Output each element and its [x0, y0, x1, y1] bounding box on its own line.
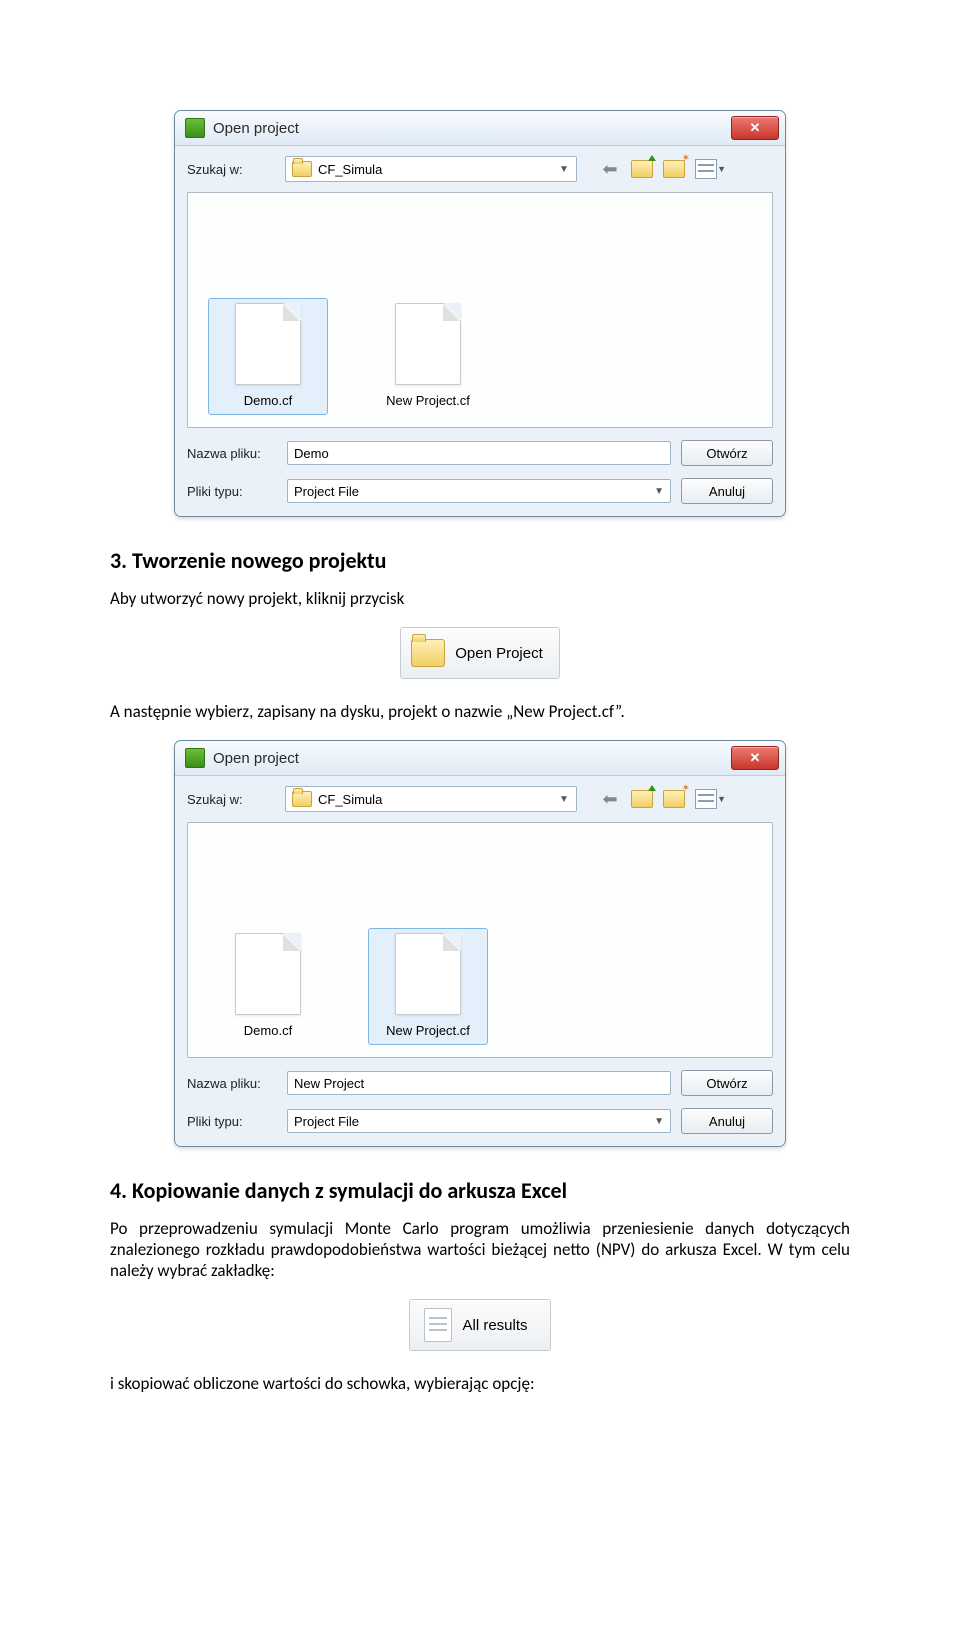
new-folder-icon: [663, 160, 685, 178]
view-icon: ▼: [695, 789, 717, 809]
view-menu-button[interactable]: ▼: [695, 158, 717, 180]
filename-value: New Project: [294, 1076, 364, 1091]
app-icon: [185, 118, 205, 138]
titlebar[interactable]: Open project ✕: [175, 111, 785, 146]
file-label: Demo.cf: [213, 1023, 323, 1038]
open-project-dialog-2: Open project ✕ Szukaj w: CF_Simula ▼ ⬅ ▼: [174, 740, 786, 1147]
lookin-label: Szukaj w:: [187, 162, 277, 177]
back-icon[interactable]: ⬅: [599, 158, 621, 180]
filename-label: Nazwa pliku:: [187, 446, 277, 461]
open-folder-icon: [411, 639, 445, 667]
file-list[interactable]: Demo.cf New Project.cf: [187, 822, 773, 1058]
file-icon: [235, 303, 301, 385]
open-button-label: Otwórz: [706, 1076, 747, 1091]
filetype-select[interactable]: Project File ▼: [287, 479, 671, 503]
new-folder-button[interactable]: [663, 788, 685, 810]
lookin-combo[interactable]: CF_Simula ▼: [285, 786, 577, 812]
chevron-down-icon: ▼: [556, 791, 572, 807]
open-project-toolbar-button[interactable]: Open Project: [400, 627, 560, 679]
new-folder-button[interactable]: [663, 158, 685, 180]
close-button[interactable]: ✕: [731, 746, 779, 770]
folder-icon: [292, 161, 312, 177]
open-project-button-label: Open Project: [455, 645, 543, 662]
titlebar[interactable]: Open project ✕: [175, 741, 785, 776]
chevron-down-icon: ▼: [654, 1116, 664, 1127]
section-4-heading: 4. Kopiowanie danych z symulacji do arku…: [110, 1177, 850, 1204]
file-label: New Project.cf: [373, 1023, 483, 1038]
close-icon: ✕: [750, 750, 761, 766]
folder-up-button[interactable]: [631, 158, 653, 180]
file-item-newproject[interactable]: New Project.cf: [368, 298, 488, 415]
cancel-button-label: Anuluj: [709, 1114, 745, 1129]
file-item-newproject[interactable]: New Project.cf: [368, 928, 488, 1045]
view-menu-button[interactable]: ▼: [695, 788, 717, 810]
file-label: New Project.cf: [373, 393, 483, 408]
section-4-p2: i skopiować obliczone wartości do schowk…: [110, 1373, 850, 1394]
file-icon: [235, 933, 301, 1015]
file-icon: [395, 933, 461, 1015]
filetype-select[interactable]: Project File ▼: [287, 1109, 671, 1133]
file-label: Demo.cf: [213, 393, 323, 408]
section-3-p2: A następnie wybierz, zapisany na dysku, …: [110, 701, 850, 722]
close-button[interactable]: ✕: [731, 116, 779, 140]
section-3-p1: Aby utworzyć nowy projekt, kliknij przyc…: [110, 588, 850, 609]
chevron-down-icon: ▼: [556, 161, 572, 177]
cancel-button[interactable]: Anuluj: [681, 478, 773, 504]
folder-up-icon: [631, 160, 653, 178]
document-icon: [424, 1308, 452, 1342]
close-icon: ✕: [750, 120, 761, 136]
file-list[interactable]: Demo.cf New Project.cf: [187, 192, 773, 428]
open-project-dialog-1: Open project ✕ Szukaj w: CF_Simula ▼ ⬅ ▼: [174, 110, 786, 517]
filetype-value: Project File: [294, 1114, 359, 1129]
folder-icon: [292, 791, 312, 807]
filetype-label: Pliki typu:: [187, 484, 277, 499]
app-icon: [185, 748, 205, 768]
cancel-button[interactable]: Anuluj: [681, 1108, 773, 1134]
back-icon[interactable]: ⬅: [599, 788, 621, 810]
file-item-demo[interactable]: Demo.cf: [208, 928, 328, 1045]
all-results-tab[interactable]: All results: [409, 1299, 550, 1351]
dialog-title: Open project: [213, 750, 731, 767]
filename-input[interactable]: New Project: [287, 1071, 671, 1095]
cancel-button-label: Anuluj: [709, 484, 745, 499]
file-icon: [395, 303, 461, 385]
folder-up-button[interactable]: [631, 788, 653, 810]
lookin-combo[interactable]: CF_Simula ▼: [285, 156, 577, 182]
view-icon: ▼: [695, 159, 717, 179]
filename-value: Demo: [294, 446, 329, 461]
filename-label: Nazwa pliku:: [187, 1076, 277, 1091]
filetype-label: Pliki typu:: [187, 1114, 277, 1129]
lookin-label: Szukaj w:: [187, 792, 277, 807]
open-button[interactable]: Otwórz: [681, 1070, 773, 1096]
lookin-value: CF_Simula: [318, 792, 382, 807]
chevron-down-icon: ▼: [654, 486, 664, 497]
section-3-heading: 3. Tworzenie nowego projektu: [110, 547, 850, 574]
file-item-demo[interactable]: Demo.cf: [208, 298, 328, 415]
lookin-value: CF_Simula: [318, 162, 382, 177]
new-folder-icon: [663, 790, 685, 808]
filetype-value: Project File: [294, 484, 359, 499]
all-results-label: All results: [462, 1317, 527, 1334]
open-button-label: Otwórz: [706, 446, 747, 461]
section-4-p1: Po przeprowadzeniu symulacji Monte Carlo…: [110, 1218, 850, 1281]
filename-input[interactable]: Demo: [287, 441, 671, 465]
dialog-title: Open project: [213, 120, 731, 137]
open-button[interactable]: Otwórz: [681, 440, 773, 466]
folder-up-icon: [631, 790, 653, 808]
